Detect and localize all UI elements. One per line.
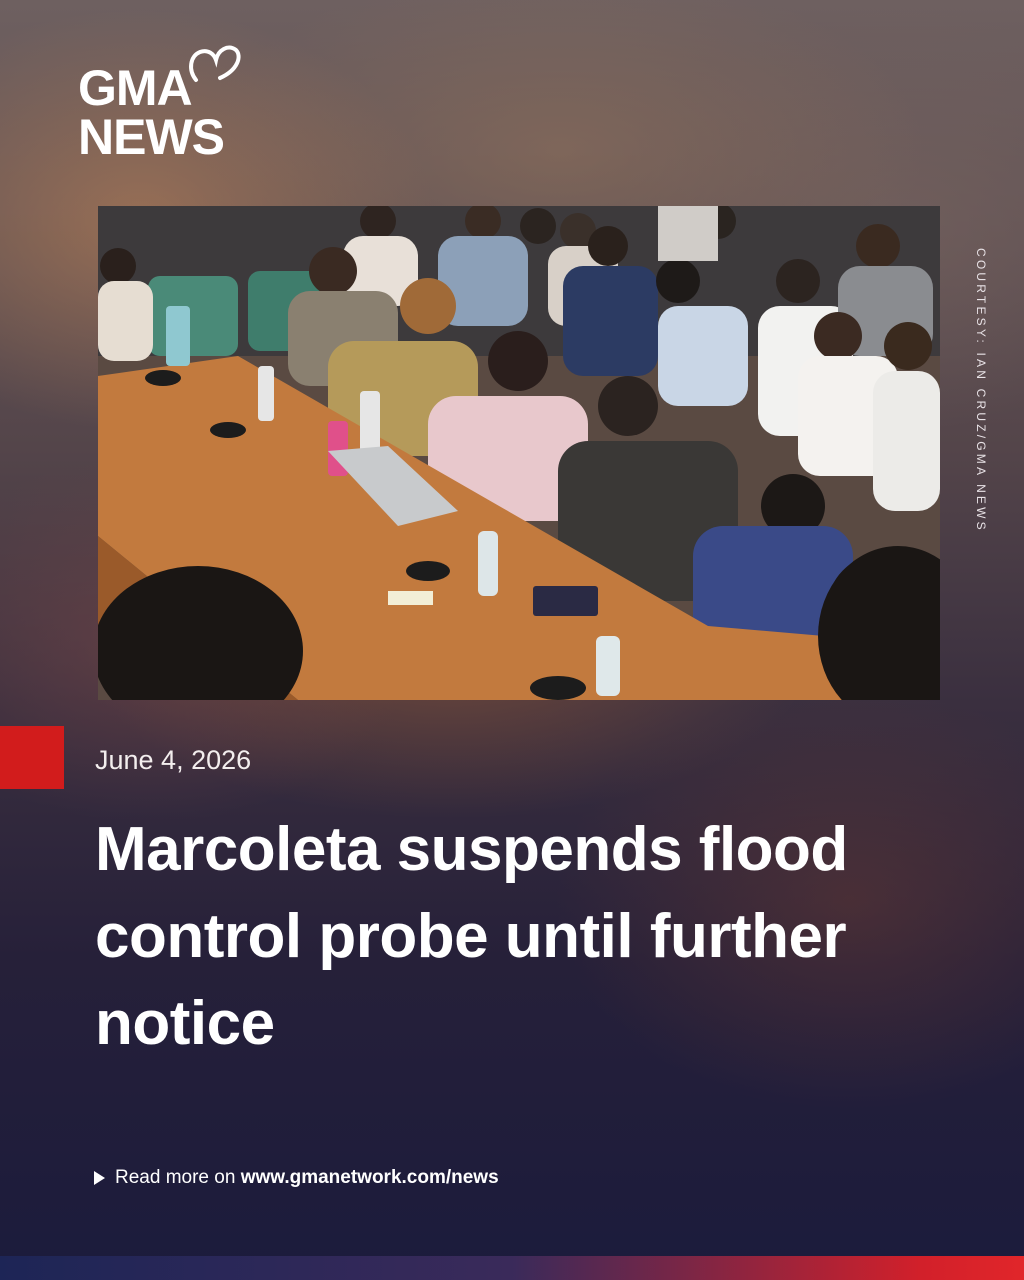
read-more-prefix: Read more on bbox=[115, 1167, 236, 1188]
photo-credit: COURTESY: IAN CRUZ/GMA NEWS bbox=[974, 248, 988, 533]
bottom-gradient-bar bbox=[0, 1256, 1024, 1280]
article-headline: Marcoleta suspends flood control probe u… bbox=[95, 815, 848, 1058]
gma-news-logo: GMA NEWS bbox=[78, 45, 241, 165]
accent-block bbox=[0, 726, 64, 789]
read-more-url[interactable]: www.gmanetwork.com/news bbox=[241, 1167, 499, 1188]
logo-text-news: NEWS bbox=[78, 109, 225, 165]
hearing-photo bbox=[98, 206, 940, 700]
article-date: June 4, 2026 bbox=[95, 745, 252, 775]
play-arrow-icon bbox=[94, 1171, 105, 1185]
read-more-link[interactable]: Read more on www.gmanetwork.com/news bbox=[94, 1167, 499, 1189]
heart-icon bbox=[189, 45, 241, 82]
